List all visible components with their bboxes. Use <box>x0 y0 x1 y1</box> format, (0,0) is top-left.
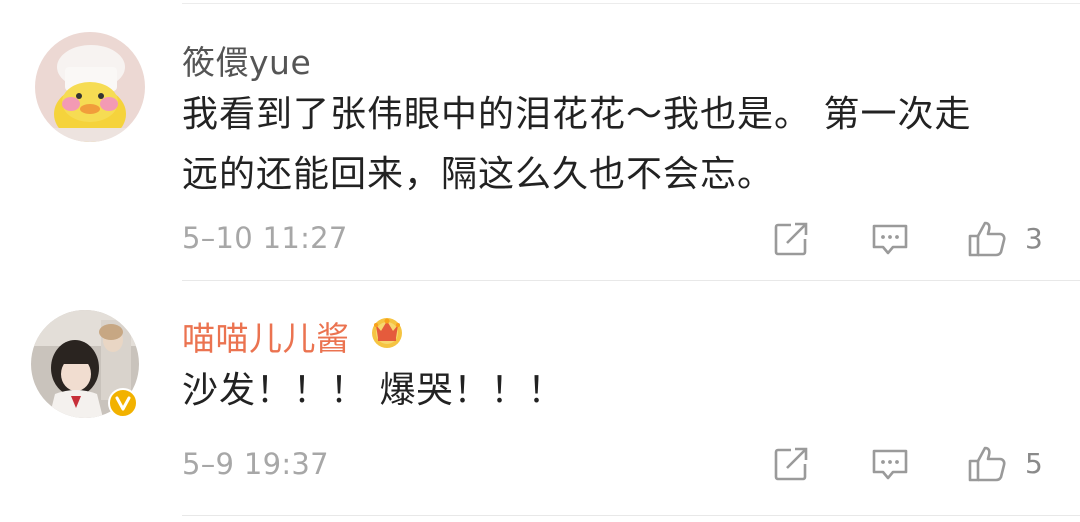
like-button[interactable] <box>967 219 1007 259</box>
comment-line: 远的还能回来，隔这么久也不会忘。 <box>182 154 775 195</box>
comment-line: 沙发！！！ 爆哭！！！ <box>182 370 565 411</box>
username[interactable]: 喵喵儿儿酱 <box>182 312 350 360</box>
crown-icon <box>368 312 406 350</box>
divider <box>182 515 1080 516</box>
like-button[interactable] <box>967 444 1007 484</box>
comment-feed: 筱儇yue 我看到了张伟眼中的泪花花～我也是。 第一次走 远的还能回来，隔这么久… <box>0 0 1080 522</box>
duck-avatar-icon <box>35 32 145 142</box>
timestamp: 5–9 19:37 <box>182 447 329 481</box>
comment-item: 喵喵儿儿酱 沙发！！！ 爆哭！！！ 5–9 19:37 5 <box>0 281 1080 522</box>
timestamp: 5–10 11:27 <box>182 221 348 255</box>
comment-icon <box>872 449 908 480</box>
comment-text: 我看到了张伟眼中的泪花花～我也是。 第一次走 远的还能回来，隔这么久也不会忘。 <box>182 85 1042 205</box>
comment-line: 我看到了张伟眼中的泪花花～我也是。 第一次走 <box>182 94 972 135</box>
comment-item: 筱儇yue 我看到了张伟眼中的泪花花～我也是。 第一次走 远的还能回来，隔这么久… <box>0 0 1080 281</box>
avatar-container[interactable] <box>31 310 141 420</box>
share-icon <box>774 447 808 481</box>
comment-button[interactable] <box>870 444 910 484</box>
like-count: 5 <box>1025 447 1043 480</box>
comment-text: 沙发！！！ 爆哭！！！ <box>182 361 1042 421</box>
share-button[interactable] <box>771 444 811 484</box>
comment-button[interactable] <box>870 219 910 259</box>
like-icon <box>968 221 1006 257</box>
share-icon <box>774 222 808 256</box>
vip-crown-icon <box>372 318 402 348</box>
share-button[interactable] <box>771 219 811 259</box>
like-icon <box>968 446 1006 482</box>
username[interactable]: 筱儇yue <box>182 36 311 84</box>
verified-badge <box>108 388 138 418</box>
verified-icon <box>108 388 138 418</box>
like-count: 3 <box>1025 222 1043 255</box>
comment-icon <box>872 224 908 255</box>
avatar[interactable] <box>35 32 145 142</box>
